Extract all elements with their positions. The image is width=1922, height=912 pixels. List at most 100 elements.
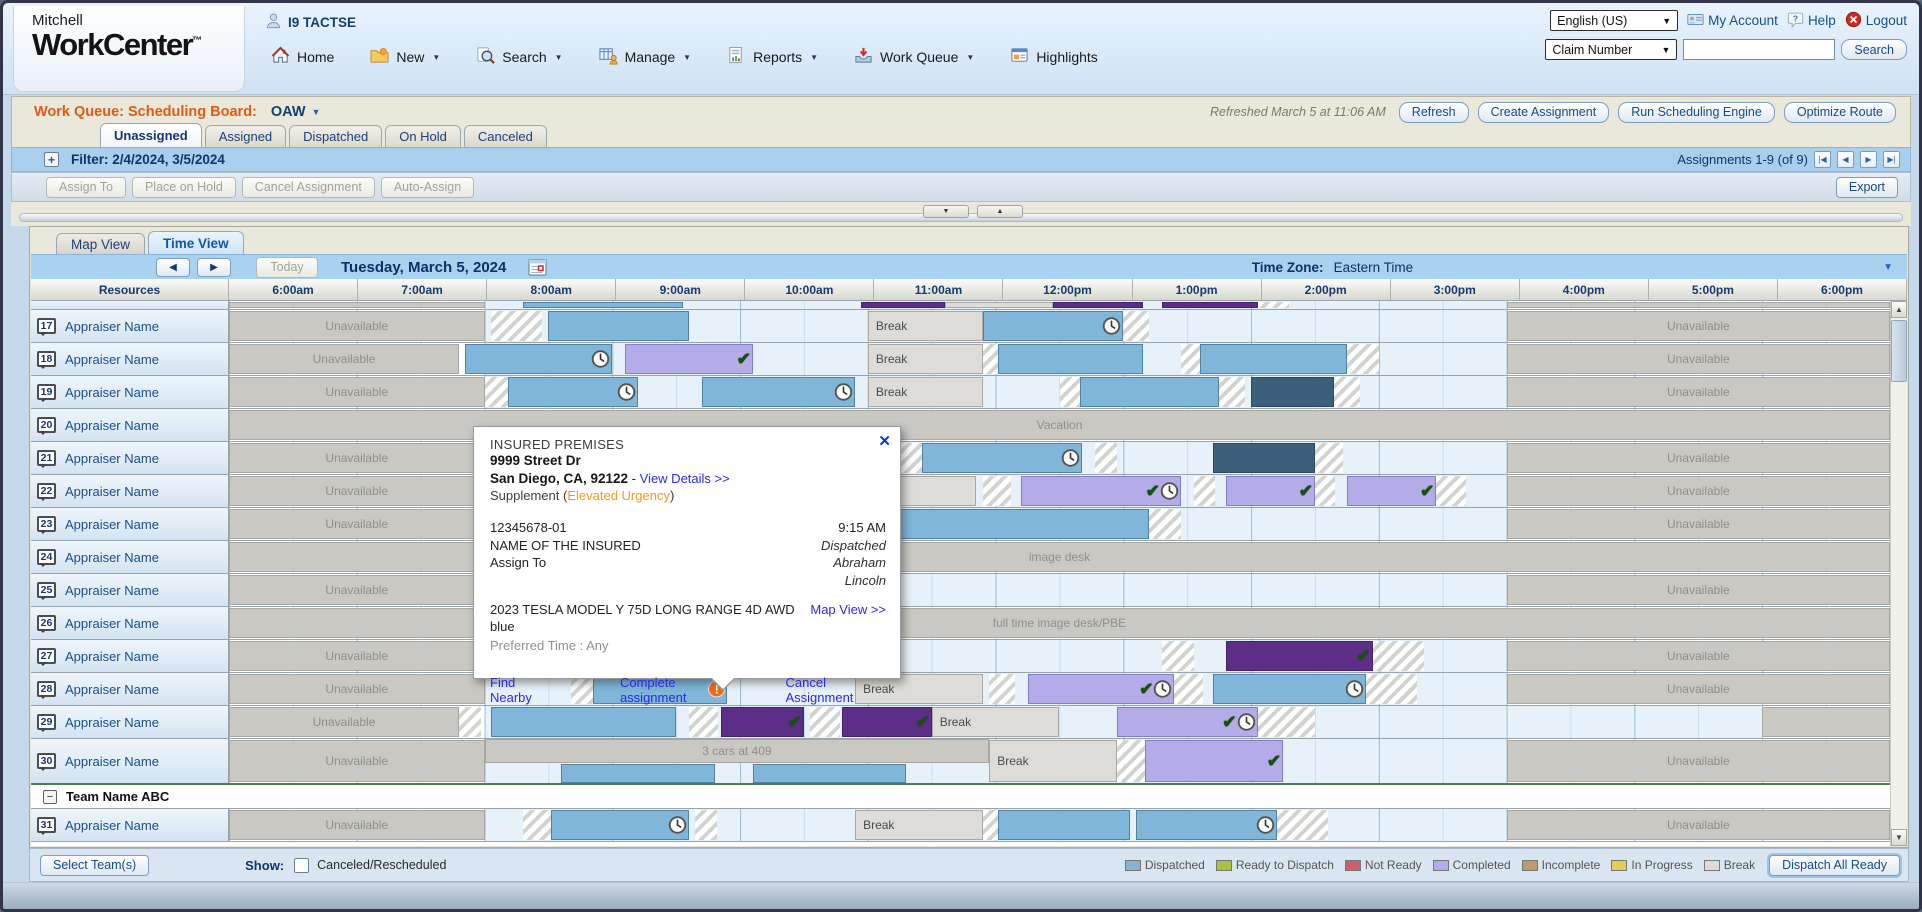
schedule-block-disp[interactable]: [523, 302, 683, 308]
claim-search-button[interactable]: Search: [1841, 39, 1907, 60]
appraiser-name-link[interactable]: Appraiser Name: [65, 818, 159, 833]
tab-dispatched[interactable]: Dispatched: [289, 125, 382, 147]
nav-item-new[interactable]: New▼: [370, 46, 440, 68]
nav-item-work-queue[interactable]: Work Queue▼: [854, 46, 974, 68]
schedule-block-purp[interactable]: [1053, 302, 1142, 308]
appraiser-name-link[interactable]: Appraiser Name: [65, 517, 159, 532]
nav-item-reports[interactable]: Reports▼: [727, 46, 818, 68]
nav-item-highlights[interactable]: Highlights: [1010, 46, 1097, 68]
schedule-block-un[interactable]: Unavailable: [1507, 344, 1890, 374]
schedule-block-un[interactable]: Unavailable: [229, 476, 485, 506]
expand-panel-button[interactable]: ▲: [977, 205, 1023, 218]
schedule-block-disp[interactable]: [1213, 674, 1366, 704]
scroll-down-icon[interactable]: ▼: [1891, 829, 1907, 846]
schedule-block-purp[interactable]: [861, 302, 944, 308]
schedule-block-disp[interactable]: [1080, 377, 1219, 407]
schedule-block-disp[interactable]: [922, 443, 1083, 473]
schedule-block-disp[interactable]: [551, 810, 689, 840]
collapse-team-icon[interactable]: −: [43, 790, 57, 804]
appraiser-name-link[interactable]: Appraiser Name: [65, 550, 159, 565]
schedule-block-disp[interactable]: [491, 707, 676, 737]
assign-to-button[interactable]: Assign To: [46, 177, 126, 198]
schedule-block-un[interactable]: Unavailable: [229, 377, 485, 407]
logout-link[interactable]: Logout: [1845, 11, 1907, 31]
schedule-block-brk[interactable]: Break: [868, 377, 983, 407]
schedule-block-comp[interactable]: ✔: [1145, 740, 1283, 782]
cancel-assignment-link[interactable]: Cancel Assignment: [786, 675, 887, 705]
today-button[interactable]: Today: [256, 257, 318, 278]
vertical-scrollbar[interactable]: ▲ ▼: [1890, 301, 1907, 846]
nav-item-search[interactable]: Search▼: [476, 46, 562, 68]
schedule-block-un[interactable]: Unavailable: [1507, 641, 1890, 671]
schedule-block-purp[interactable]: ✔: [842, 707, 931, 737]
schedule-block-disp[interactable]: [465, 344, 612, 374]
scroll-up-icon[interactable]: ▲: [1891, 301, 1907, 318]
schedule-block-disp[interactable]: [983, 311, 1124, 341]
collapse-panel-button[interactable]: ▼: [923, 205, 969, 218]
schedule-block-un[interactable]: Unavailable: [229, 740, 485, 782]
expand-filter-button[interactable]: +: [44, 152, 59, 167]
schedule-block-un[interactable]: Unavailable: [1507, 740, 1890, 782]
schedule-block-un[interactable]: Unavailable: [229, 707, 459, 737]
appraiser-name-link[interactable]: Appraiser Name: [65, 385, 159, 400]
schedule-block-comp[interactable]: ✔: [1226, 476, 1315, 506]
nav-item-home[interactable]: Home: [271, 46, 334, 68]
schedule-block-brk[interactable]: Break: [932, 707, 1060, 737]
schedule-block-brk[interactable]: Break: [868, 344, 983, 374]
tab-time-view[interactable]: Time View: [148, 231, 244, 254]
schedule-block-un[interactable]: Unavailable: [229, 344, 459, 374]
schedule-block-disp[interactable]: [753, 764, 906, 782]
schedule-block-un[interactable]: Unavailable: [229, 443, 485, 473]
canceled-rescheduled-checkbox[interactable]: [294, 858, 309, 873]
appraiser-name-link[interactable]: Appraiser Name: [65, 484, 159, 499]
language-select[interactable]: English (US)▼: [1550, 10, 1678, 31]
schedule-block-un[interactable]: Unavailable: [1507, 443, 1890, 473]
tab-assigned[interactable]: Assigned: [205, 125, 286, 147]
timezone-dropdown-icon[interactable]: ▼: [1883, 262, 1893, 273]
schedule-block-disp[interactable]: [702, 377, 855, 407]
schedule-block-comp[interactable]: ✔: [1021, 476, 1181, 506]
appraiser-name-link[interactable]: Appraiser Name: [65, 451, 159, 466]
claim-number-input[interactable]: [1683, 39, 1835, 60]
appraiser-name-link[interactable]: Appraiser Name: [65, 352, 159, 367]
schedule-block-navy[interactable]: [1251, 377, 1334, 407]
dispatch-all-ready-button[interactable]: Dispatch All Ready: [1769, 855, 1900, 876]
schedule-block-un[interactable]: Unavailable: [1507, 575, 1890, 605]
schedule-block-disp[interactable]: [998, 344, 1142, 374]
schedule-block-un[interactable]: Unavailable: [229, 311, 485, 341]
schedule-block-comp[interactable]: ✔: [1117, 707, 1258, 737]
schedule-block-navy[interactable]: [1213, 443, 1315, 473]
find-nearby-link[interactable]: Find Nearby: [490, 675, 554, 705]
scrollbar-thumb[interactable]: [1891, 320, 1907, 382]
schedule-block-disp[interactable]: [998, 810, 1130, 840]
tab-on-hold[interactable]: On Hold: [385, 125, 461, 147]
schedule-block-purp[interactable]: ✔: [721, 707, 804, 737]
schedule-block-un[interactable]: 3 cars at 409: [485, 739, 990, 763]
pager-prev-button[interactable]: ◀: [1837, 151, 1854, 168]
auto-assign-button[interactable]: Auto-Assign: [381, 177, 474, 198]
queue-selector[interactable]: OAW▼: [271, 104, 321, 120]
schedule-block-comp[interactable]: ✔: [625, 344, 753, 374]
schedule-block-disp[interactable]: [548, 311, 689, 341]
pager-last-button[interactable]: ▶|: [1883, 151, 1900, 168]
schedule-block-un[interactable]: Unavailable: [1507, 509, 1890, 539]
schedule-block-un[interactable]: Unavailable: [1507, 674, 1890, 704]
schedule-block-un[interactable]: Unavailable: [229, 641, 485, 671]
map-view-link[interactable]: Map View >>: [810, 602, 886, 636]
schedule-block-brk[interactable]: [945, 302, 1054, 308]
refresh-button[interactable]: Refresh: [1399, 102, 1469, 123]
select-teams-button[interactable]: Select Team(s): [40, 855, 149, 876]
schedule-block-purp[interactable]: ✔: [1226, 641, 1373, 671]
schedule-block-un[interactable]: Unavailable: [229, 575, 485, 605]
pager-next-button[interactable]: ▶: [1860, 151, 1877, 168]
appraiser-name-link[interactable]: Appraiser Name: [65, 649, 159, 664]
schedule-block-un[interactable]: [1762, 707, 1890, 737]
appraiser-name-link[interactable]: Appraiser Name: [65, 418, 159, 433]
schedule-block-disp[interactable]: [508, 377, 638, 407]
claim-field-select[interactable]: Claim Number▼: [1545, 39, 1677, 60]
schedule-block-un[interactable]: Unavailable: [229, 810, 485, 840]
appraiser-name-link[interactable]: Appraiser Name: [65, 616, 159, 631]
schedule-block-disp[interactable]: [561, 764, 714, 782]
optimize-route-button[interactable]: Optimize Route: [1784, 102, 1896, 123]
run-scheduling-engine-button[interactable]: Run Scheduling Engine: [1618, 102, 1775, 123]
